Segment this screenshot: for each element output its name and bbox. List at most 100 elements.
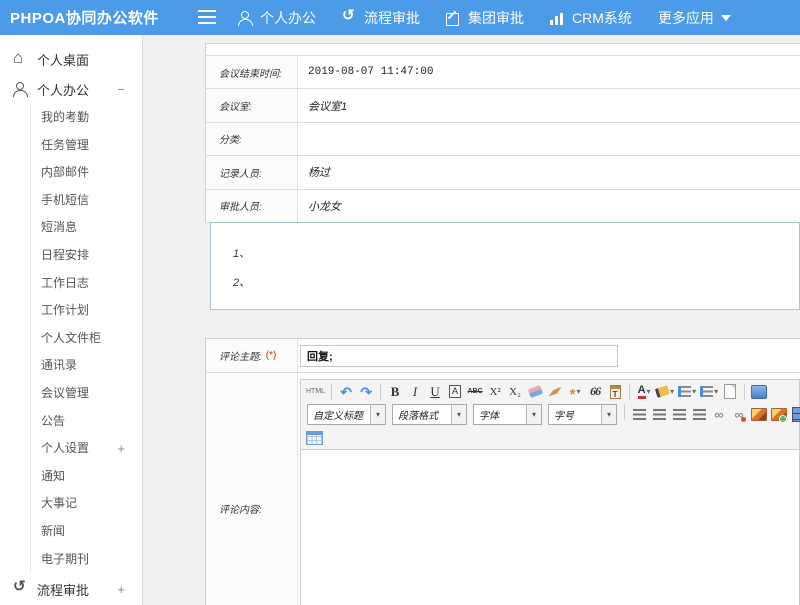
caret-down-icon: ▾ (692, 387, 696, 396)
sidebar-item-personal-cabinet[interactable]: 个人文件柜 (31, 325, 142, 353)
custom-title-select[interactable]: 自定义标题 ▾ (307, 404, 386, 425)
new-page-icon[interactable] (721, 381, 739, 402)
comment-content-label: 评论内容: (206, 373, 298, 605)
sidebar-item-announcement[interactable]: 公告 (31, 408, 142, 436)
table-row: 会议结束时间: 2019-08-07 11:47:00 (206, 56, 800, 89)
sidebar-item-mobile-sms[interactable]: 手机短信 (31, 187, 142, 215)
main-content: 会议结束时间: 2019-08-07 11:47:00 会议室: 会议室1 分类… (144, 35, 800, 605)
nav-personal-office[interactable]: 个人办公 (238, 8, 316, 28)
comment-form-table: 评论主题: (*) 评论内容: HTML (205, 338, 800, 605)
sidebar-item-short-message[interactable]: 短消息 (31, 214, 142, 242)
toolbar-separator[interactable] (744, 384, 745, 400)
align-right-icon[interactable] (670, 404, 688, 425)
superscript-button[interactable]: X² (486, 381, 504, 402)
editor-content-area[interactable] (301, 449, 799, 605)
comment-subject-label: 评论主题: (219, 348, 262, 363)
table-row: 记录人员: 杨过 (206, 156, 800, 189)
caret-down-icon: ▾ (451, 405, 466, 424)
expand-icon[interactable]: + (117, 435, 125, 463)
field-value (298, 123, 800, 155)
caret-down-icon: ▾ (526, 405, 541, 424)
sidebar-item-work-diary[interactable]: 工作日志 (31, 270, 142, 298)
sidebar-item-e-journal[interactable]: 电子期刊 (31, 546, 142, 574)
underline-button[interactable]: U (426, 381, 444, 402)
subscript-button[interactable]: X₂ (506, 381, 524, 402)
sidebar-item-meeting-management[interactable]: 会议管理 (31, 380, 142, 408)
link-icon[interactable]: ∞ (710, 404, 728, 425)
unlink-icon[interactable]: ∞ (730, 404, 748, 425)
sidebar-item-internal-mail[interactable]: 内部邮件 (31, 159, 142, 187)
bold-button[interactable]: B (386, 381, 404, 402)
editor-toolbar-row-2: 自定义标题 ▾ 段落格式 ▾ (301, 403, 799, 426)
sidebar-item-schedule[interactable]: 日程安排 (31, 242, 142, 270)
caret-down-icon: ▾ (714, 387, 718, 396)
nav-process-approval[interactable]: 流程审批 (342, 8, 420, 28)
collapse-icon[interactable]: − (117, 82, 125, 97)
comment-subject-cell (298, 339, 800, 372)
sidebar-item-task-management[interactable]: 任务管理 (31, 132, 142, 160)
unordered-list-icon[interactable]: ▾ (699, 381, 719, 402)
nav-group-approval[interactable]: 集团审批 (446, 8, 524, 28)
italic-button[interactable]: I (406, 381, 424, 402)
sidebar-item-work-plan[interactable]: 工作计划 (31, 297, 142, 325)
paste-plain-icon[interactable]: T (606, 381, 624, 402)
font-family-select[interactable]: 字体 ▾ (473, 404, 542, 425)
justify-icon[interactable] (690, 404, 708, 425)
blockquote-button[interactable]: 66 (586, 381, 604, 402)
autotypeset-icon[interactable]: * ▾ (566, 381, 584, 402)
sidebar-item-my-attendance[interactable]: 我的考勤 (31, 104, 142, 132)
nav-more-apps[interactable]: 更多应用 (658, 8, 731, 28)
sidebar-item-personal-settings[interactable]: 个人设置 + (31, 435, 142, 463)
field-label: 分类: (206, 123, 298, 155)
sidebar-section-process-approval[interactable]: 流程审批 + (0, 574, 142, 604)
meeting-detail-table: 会议结束时间: 2019-08-07 11:47:00 会议室: 会议室1 分类… (205, 43, 800, 223)
image-icon[interactable] (750, 404, 768, 425)
sidebar-item-news[interactable]: 新闻 (31, 518, 142, 546)
caret-down-icon: ▾ (370, 405, 385, 424)
sidebar-item-personal-desktop[interactable]: 个人桌面 (0, 44, 142, 74)
align-center-icon[interactable] (650, 404, 668, 425)
field-value: 2019-08-07 11:47:00 (298, 56, 800, 88)
source-code-button[interactable]: HTML (305, 381, 326, 402)
home-icon (13, 52, 28, 66)
media-icon[interactable] (790, 404, 800, 425)
ordered-list-icon[interactable]: ▾ (677, 381, 697, 402)
app-title: PHPOA协同办公软件 (0, 7, 159, 28)
comment-content-row: 评论内容: HTML (206, 373, 800, 605)
editor-toolbar-row-1: HTML ↶ (301, 380, 799, 403)
sidebar-section-personal-office[interactable]: 个人办公 − (0, 74, 142, 104)
upload-image-icon[interactable] (770, 404, 788, 425)
insert-table-icon[interactable] (305, 427, 324, 448)
field-value: 会议室1 (298, 89, 800, 121)
sidebar: 个人桌面 个人办公 − 我的考勤 任务管理 内部邮件 (0, 35, 143, 605)
toolbar-separator[interactable] (380, 384, 381, 400)
field-label: 记录人员: (206, 156, 298, 188)
field-value: 小龙女 (298, 190, 800, 222)
nav-crm-system[interactable]: CRM系统 (550, 8, 632, 28)
highlight-color-icon[interactable]: ▾ (655, 381, 675, 402)
paragraph-format-select[interactable]: 段落格式 ▾ (392, 404, 467, 425)
minutes-line: 1、 (233, 240, 799, 269)
expand-icon[interactable]: + (117, 582, 125, 597)
font-size-select[interactable]: 字号 ▾ (548, 404, 617, 425)
strikethrough-button[interactable]: ABC (466, 381, 484, 402)
app-window: PHPOA协同办公软件 个人办公 流程审批 集团审批 (0, 0, 800, 605)
sidebar-item-contacts[interactable]: 通讯录 (31, 352, 142, 380)
font-color-button[interactable]: A ▾ (635, 381, 653, 402)
comment-subject-label-cell: 评论主题: (*) (206, 339, 298, 372)
undo-button[interactable]: ↶ (337, 381, 355, 402)
toolbar-separator[interactable] (629, 384, 630, 400)
fullscreen-icon[interactable] (750, 381, 768, 402)
format-painter-icon[interactable] (546, 381, 564, 402)
hamburger-menu-icon[interactable] (198, 10, 216, 24)
sidebar-item-memorabilia[interactable]: 大事记 (31, 490, 142, 518)
font-style-button[interactable]: A (446, 381, 464, 402)
sidebar-item-notification[interactable]: 通知 (31, 463, 142, 491)
toolbar-separator[interactable] (624, 404, 625, 420)
eraser-icon[interactable] (526, 381, 544, 402)
redo-button[interactable]: ↷ (357, 381, 375, 402)
toolbar-separator[interactable] (331, 384, 332, 400)
comment-subject-input[interactable] (300, 345, 618, 367)
align-left-icon[interactable] (630, 404, 648, 425)
rich-text-editor: HTML ↶ (300, 379, 800, 605)
